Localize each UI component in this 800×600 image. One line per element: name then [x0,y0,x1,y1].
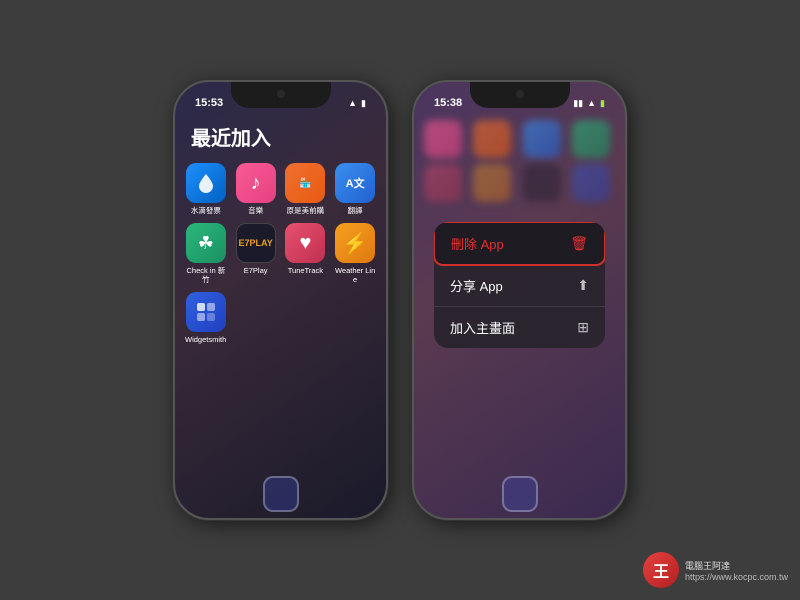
phone2-screen: 15:38 ▮▮ ▲ ▮ [414,82,625,518]
phone2: 15:38 ▮▮ ▲ ▮ [412,80,627,520]
phone2-status-bar: 15:38 ▮▮ ▲ ▮ [414,82,625,114]
phone1: 15:53 ▲ ▮ 最近加入 水滴發票 ♪ [173,80,388,520]
app-widgetsmith[interactable]: Widgetsmith [185,292,226,344]
context-menu-share[interactable]: 分享 App ⬆ [434,265,605,307]
blurred-bg [414,114,625,214]
app-water[interactable]: 水滴發票 [185,163,227,215]
wifi-icon-2: ▲ [587,98,596,108]
watermark-line1: 電腦王阿達 [685,559,788,572]
app-icon-e7play: E7PLAY [236,223,276,263]
app-label-shopping: 原是美前購 [287,206,325,215]
phone2-home-area [502,476,538,512]
delete-app-label: 刪除 App [451,234,504,253]
app-label-e7play: E7Play [244,266,268,275]
app-label-checkin: Check in 新竹 [185,266,227,284]
app-icon-checkin: ☘ [186,223,226,263]
app-icon-widgetsmith [186,292,226,332]
app-e7play[interactable]: E7PLAY E7Play [235,223,277,284]
app-checkin[interactable]: ☘ Check in 新竹 [185,223,227,284]
app-tunetrack[interactable]: ♥ TuneTrack [285,223,327,284]
watermark-logo-text: 王 [653,558,669,582]
add-home-label: 加入主畫面 [450,318,515,337]
app-label-tunetrack: TuneTrack [288,266,323,275]
context-menu-add-home[interactable]: 加入主畫面 ⊞ [434,307,605,348]
app-grid-row2: ☘ Check in 新竹 E7PLAY E7Play ♥ TuneTrack [175,215,386,284]
page-wrapper: 15:53 ▲ ▮ 最近加入 水滴發票 ♪ [0,0,800,600]
phone1-time: 15:53 [195,97,223,109]
phone1-status-icons: ▲ ▮ [348,98,366,109]
app-label-music: 音樂 [248,206,263,215]
recently-added-title: 最近加入 [175,114,386,163]
phone2-home-button[interactable] [502,476,538,512]
wifi-icon: ▲ [348,98,357,108]
share-app-label: 分享 App [450,276,503,295]
app-icon-translate: A文 [335,163,375,203]
battery-icon-2: ▮ [600,98,605,109]
app-label-weatherline: Weather Line [334,266,376,284]
watermark-line2: https://www.kocpc.com.tw [685,572,788,582]
app-music[interactable]: ♪ 音樂 [235,163,277,215]
phone2-time: 15:38 [434,97,462,109]
context-menu: 刪除 App 🗑 分享 App ⬆ 加入主畫面 ⊞ [434,222,605,348]
phone2-status-icons: ▮▮ ▲ ▮ [573,98,605,109]
delete-icon: 🗑 [570,235,588,252]
app-icon-tunetrack: ♥ [285,223,325,263]
phone1-status-bar: 15:53 ▲ ▮ [175,82,386,114]
watermark: 王 電腦王阿達 https://www.kocpc.com.tw [643,552,788,588]
app-weatherline[interactable]: ⚡ Weather Line [334,223,376,284]
app-icon-shopping: 🏪 [285,163,325,203]
watermark-logo: 王 [643,552,679,588]
share-icon: ⬆ [577,277,589,294]
app-label-water: 水滴發票 [191,206,221,215]
phone1-home-button[interactable] [263,476,299,512]
app-grid-row1: 水滴發票 ♪ 音樂 🏪 原是美前購 A文 [175,163,386,215]
add-home-icon: ⊞ [577,319,589,336]
notch-camera [277,90,285,98]
app-icon-water [186,163,226,203]
phone1-screen: 15:53 ▲ ▮ 最近加入 水滴發票 ♪ [175,82,386,518]
app-translate[interactable]: A文 翻譯 [334,163,376,215]
watermark-text: 電腦王阿達 https://www.kocpc.com.tw [685,559,788,582]
app-label-translate: 翻譯 [348,206,363,215]
app-label-widgetsmith: Widgetsmith [185,335,226,344]
signal-icon: ▮▮ [573,98,583,109]
context-menu-delete[interactable]: 刪除 App 🗑 [434,222,605,266]
battery-icon: ▮ [361,98,366,109]
phone1-home-area [263,476,299,512]
notch-camera-2 [516,90,524,98]
app-shopping[interactable]: 🏪 原是美前購 [285,163,327,215]
app-icon-music: ♪ [236,163,276,203]
widgetsmith-row: Widgetsmith [175,284,386,344]
app-icon-weatherline: ⚡ [335,223,375,263]
